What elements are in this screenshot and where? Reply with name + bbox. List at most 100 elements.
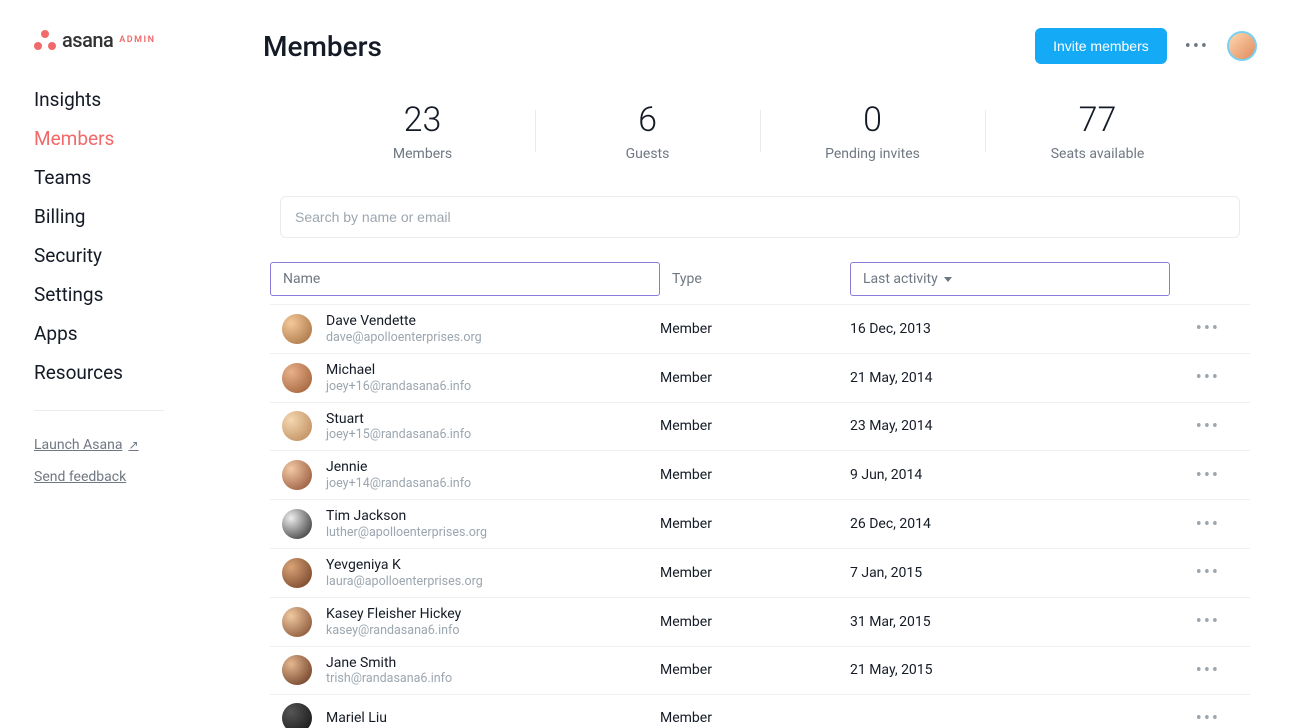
invite-members-button[interactable]: Invite members: [1035, 28, 1167, 64]
name-block: Tim Jacksonluther@apolloenterprises.org: [326, 508, 487, 540]
cell-name: Jane Smithtrish@randasana6.info: [270, 655, 660, 687]
page-header: Members Invite members •••: [263, 28, 1257, 64]
row-more-icon[interactable]: •••: [1170, 465, 1230, 486]
cell-last-activity: 21 May, 2015: [850, 662, 1170, 678]
cell-last-activity: 23 May, 2014: [850, 418, 1170, 434]
member-email: luther@apolloenterprises.org: [326, 525, 487, 540]
stat-seats-label: Seats available: [985, 146, 1210, 162]
send-feedback-link[interactable]: Send feedback: [34, 461, 235, 493]
cell-type: Member: [660, 418, 850, 434]
member-name: Mariel Liu: [326, 710, 387, 727]
table-row[interactable]: Stuartjoey+15@randasana6.info Member23 Ma…: [270, 402, 1250, 451]
member-name: Dave Vendette: [326, 313, 482, 330]
cell-name: Dave Vendettedave@apolloenterprises.org: [270, 313, 660, 345]
table-row[interactable]: Kasey Fleisher Hickeykasey@randasana6.in…: [270, 597, 1250, 646]
launch-asana-link[interactable]: Launch Asana ↗: [34, 429, 235, 461]
search-input[interactable]: [280, 196, 1240, 238]
member-avatar: [282, 607, 312, 637]
name-block: Mariel Liu: [326, 710, 387, 727]
cell-name: Jenniejoey+14@randasana6.info: [270, 459, 660, 491]
column-last-activity[interactable]: Last activity: [850, 262, 1170, 296]
sidebar-item-members[interactable]: Members: [34, 119, 235, 158]
table-header: Name Type Last activity: [270, 256, 1250, 304]
cell-name: Yevgeniya Klaura@apolloenterprises.org: [270, 557, 660, 589]
row-more-icon[interactable]: •••: [1170, 611, 1230, 632]
member-avatar: [282, 314, 312, 344]
sort-descending-icon: [944, 277, 952, 282]
sidebar: asana ADMIN Insights Members Teams Billi…: [0, 0, 235, 728]
column-last-activity-label: Last activity: [863, 271, 938, 287]
cell-last-activity: 21 May, 2014: [850, 370, 1170, 386]
member-email: dave@apolloenterprises.org: [326, 330, 482, 345]
stat-seats: 77 Seats available: [985, 100, 1210, 162]
column-actions: [1170, 271, 1230, 287]
member-name: Stuart: [326, 411, 471, 428]
stat-pending-value: 0: [760, 100, 985, 140]
cell-type: Member: [660, 321, 850, 337]
row-more-icon[interactable]: •••: [1170, 416, 1230, 437]
sidebar-item-resources[interactable]: Resources: [34, 353, 235, 392]
member-avatar: [282, 509, 312, 539]
stat-members-label: Members: [310, 146, 535, 162]
cell-type: Member: [660, 516, 850, 532]
cell-name: Stuartjoey+15@randasana6.info: [270, 411, 660, 443]
member-email: joey+16@randasana6.info: [326, 379, 471, 394]
row-more-icon[interactable]: •••: [1170, 660, 1230, 681]
table-row[interactable]: Mariel LiuMember•••: [270, 694, 1250, 728]
row-more-icon[interactable]: •••: [1170, 318, 1230, 339]
member-email: trish@randasana6.info: [326, 671, 452, 686]
cell-last-activity: 9 Jun, 2014: [850, 467, 1170, 483]
sidebar-item-security[interactable]: Security: [34, 236, 235, 275]
row-more-icon[interactable]: •••: [1170, 367, 1230, 388]
sidebar-item-teams[interactable]: Teams: [34, 158, 235, 197]
page-title: Members: [263, 30, 382, 63]
cell-last-activity: 7 Jan, 2015: [850, 565, 1170, 581]
main-content: Members Invite members ••• 23 Members 6 …: [235, 0, 1289, 728]
members-table: Name Type Last activity Dave Vendettedav…: [270, 256, 1250, 728]
member-email: joey+15@randasana6.info: [326, 427, 471, 442]
row-more-icon[interactable]: •••: [1170, 708, 1230, 728]
member-avatar: [282, 558, 312, 588]
table-row[interactable]: Michaeljoey+16@randasana6.info Member21 M…: [270, 353, 1250, 402]
table-row[interactable]: Jane Smithtrish@randasana6.infoMember21 …: [270, 646, 1250, 695]
member-email: joey+14@randasana6.info: [326, 476, 471, 491]
send-feedback-label: Send feedback: [34, 469, 126, 485]
search-wrap: [263, 196, 1257, 238]
member-name: Michael: [326, 362, 471, 379]
sidebar-item-settings[interactable]: Settings: [34, 275, 235, 314]
stat-guests-value: 6: [535, 100, 760, 140]
member-name: Jennie: [326, 459, 471, 476]
table-body: Dave Vendettedave@apolloenterprises.org M…: [270, 304, 1250, 728]
table-row[interactable]: Yevgeniya Klaura@apolloenterprises.orgMe…: [270, 548, 1250, 597]
brand-suffix: ADMIN: [119, 35, 155, 45]
brand-logo[interactable]: asana ADMIN: [34, 28, 235, 52]
member-avatar: [282, 411, 312, 441]
row-more-icon[interactable]: •••: [1170, 514, 1230, 535]
cell-type: Member: [660, 370, 850, 386]
stat-members-value: 23: [310, 100, 535, 140]
sidebar-item-billing[interactable]: Billing: [34, 197, 235, 236]
stat-pending: 0 Pending invites: [760, 100, 985, 162]
name-block: Dave Vendettedave@apolloenterprises.org: [326, 313, 482, 345]
name-block: Jane Smithtrish@randasana6.info: [326, 655, 452, 687]
sidebar-item-insights[interactable]: Insights: [34, 80, 235, 119]
cell-last-activity: 16 Dec, 2013: [850, 321, 1170, 337]
stat-pending-label: Pending invites: [760, 146, 985, 162]
header-more-icon[interactable]: •••: [1185, 36, 1209, 57]
cell-last-activity: 26 Dec, 2014: [850, 516, 1170, 532]
name-block: Michaeljoey+16@randasana6.info: [326, 362, 471, 394]
table-row[interactable]: Dave Vendettedave@apolloenterprises.org M…: [270, 304, 1250, 353]
current-user-avatar[interactable]: [1227, 31, 1257, 61]
column-type[interactable]: Type: [660, 263, 850, 295]
name-block: Stuartjoey+15@randasana6.info: [326, 411, 471, 443]
column-name[interactable]: Name: [270, 262, 660, 296]
row-more-icon[interactable]: •••: [1170, 562, 1230, 583]
launch-asana-label: Launch Asana: [34, 437, 122, 453]
member-name: Yevgeniya K: [326, 557, 483, 574]
table-row[interactable]: Jenniejoey+14@randasana6.infoMember9 Jun…: [270, 450, 1250, 499]
member-avatar: [282, 655, 312, 685]
sidebar-item-apps[interactable]: Apps: [34, 314, 235, 353]
brand-name: asana: [62, 28, 113, 52]
table-row[interactable]: Tim Jacksonluther@apolloenterprises.org M…: [270, 499, 1250, 548]
sidebar-divider: [34, 410, 164, 411]
